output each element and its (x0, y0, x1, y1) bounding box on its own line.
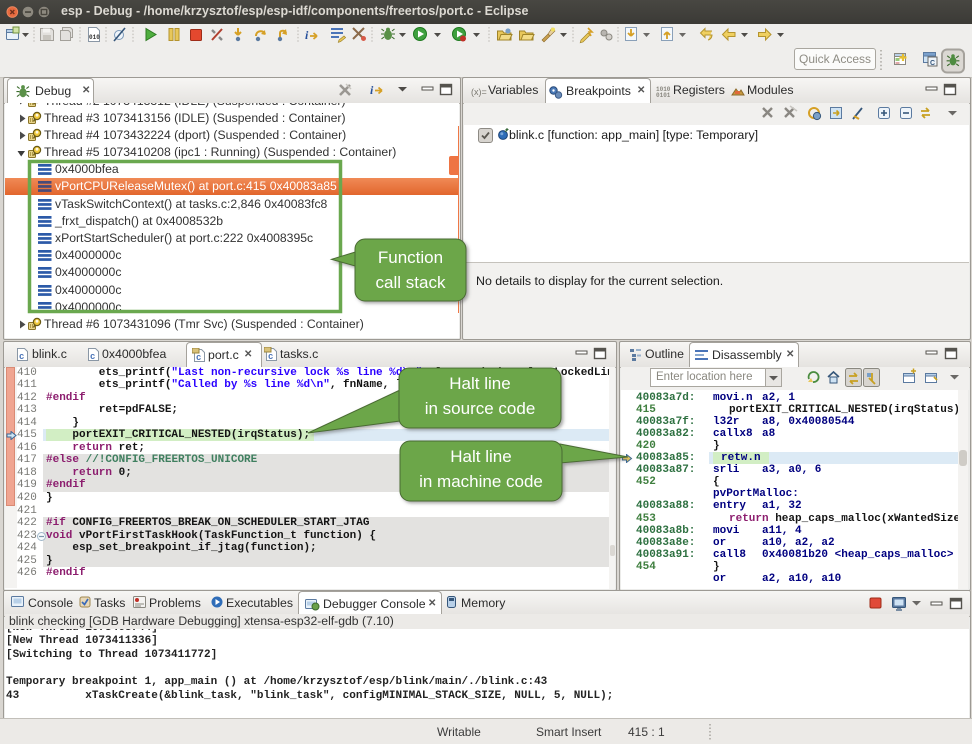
svg-text:i: i (370, 83, 374, 97)
svg-text:i: i (305, 28, 309, 42)
svg-text:C: C (930, 60, 935, 67)
svg-text:010: 010 (89, 34, 100, 41)
